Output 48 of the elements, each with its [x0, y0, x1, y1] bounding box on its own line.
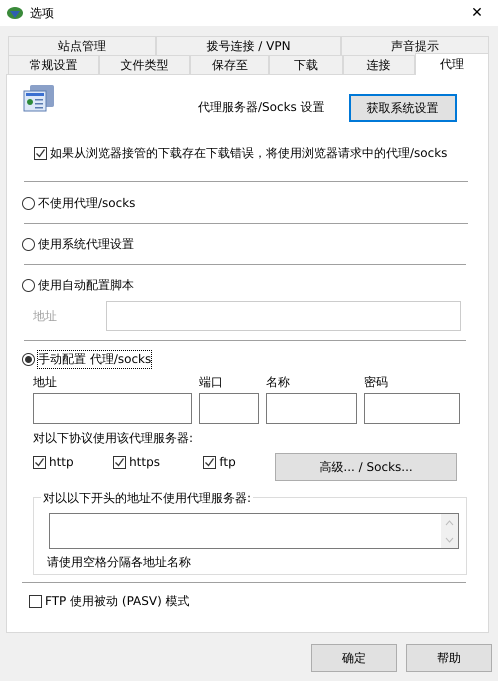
close-button[interactable]: ✕ [462, 5, 492, 21]
checkbox-label: ftp [219, 455, 236, 469]
tab[interactable]: 下载 [269, 55, 343, 74]
checkbox-label: http [49, 455, 74, 469]
field-label: 端口 [199, 374, 224, 391]
checkbox[interactable] [34, 147, 47, 160]
tab[interactable]: 代理 [414, 53, 489, 75]
radio-button[interactable] [22, 279, 35, 292]
tab[interactable]: 常规设置 [8, 55, 99, 74]
section-heading: 代理服务器/Socks 设置 [198, 99, 325, 116]
dialog-button[interactable]: 确定 [311, 644, 397, 672]
checkbox-label: FTP 使用被动 (PASV) 模式 [45, 593, 190, 610]
radio-button[interactable] [22, 353, 35, 366]
checkbox[interactable] [29, 595, 42, 608]
radio-button[interactable] [22, 197, 35, 210]
tab[interactable]: 站点管理 [8, 36, 156, 55]
input-field[interactable] [33, 393, 192, 424]
field-label: 地址 [33, 374, 58, 391]
radio-label: 不使用代理/socks [38, 195, 136, 212]
tab[interactable]: 连接 [342, 55, 415, 74]
checkbox[interactable] [113, 456, 126, 468]
input-field[interactable] [199, 393, 259, 424]
radio-button[interactable] [22, 238, 35, 251]
dialog-button[interactable]: 帮助 [406, 644, 492, 672]
checkbox[interactable] [33, 456, 46, 468]
app-icon [6, 5, 24, 21]
radio-label: 使用自动配置脚本 [38, 277, 134, 294]
tab[interactable]: 拨号连接 / VPN [156, 36, 341, 55]
get-system-settings-button[interactable]: 获取系统设置 [348, 94, 457, 122]
checkbox-label: https [129, 455, 160, 469]
field-label: 密码 [364, 374, 389, 391]
field-label: 名称 [266, 374, 291, 391]
group-legend: 对以以下开头的地址不使用代理服务器: [41, 490, 254, 507]
protocols-label: 对以下协议使用该代理服务器: [33, 430, 194, 447]
checkbox-label: 如果从浏览器接管的下载存在下载错误，将使用浏览器请求中的代理/socks [50, 145, 448, 162]
hint-text: 请使用空格分隔各地址名称 [47, 554, 192, 571]
tab[interactable]: 保存至 [190, 55, 270, 74]
advanced-socks-button[interactable]: 高级... / Socks... [275, 453, 457, 481]
checkbox[interactable] [203, 456, 216, 468]
tab[interactable]: 文件类型 [98, 55, 190, 74]
radio-label: 使用系统代理设置 [38, 236, 134, 253]
window-title: 选项 [30, 4, 55, 22]
tab[interactable]: 声音提示 [340, 36, 489, 55]
field-label: 地址 [33, 308, 58, 324]
bypass-text-area[interactable] [49, 513, 459, 549]
radio-label: 手动配置 代理/socks [38, 351, 152, 368]
input-field[interactable] [364, 393, 460, 424]
input-field[interactable] [266, 393, 357, 424]
